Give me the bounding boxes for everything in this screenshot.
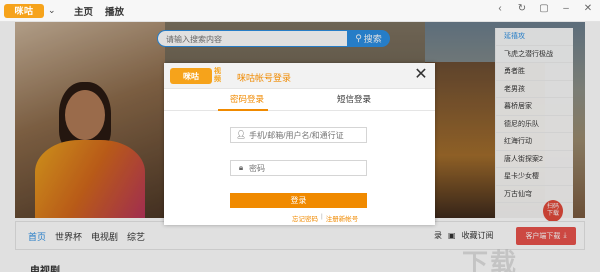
login-tabs: 密码登录 短信登录 xyxy=(164,89,435,111)
modal-logo: 咪咕 xyxy=(170,68,212,84)
back-icon[interactable]: ‹ xyxy=(494,3,506,14)
minimize-icon[interactable]: – xyxy=(560,3,572,14)
login-modal: 咪咕 视 频 咪咕帐号登录 ✕ 密码登录 短信登录 👤︎ 🔒︎ 登录 忘记密码 … xyxy=(164,63,435,225)
lock-icon: 🔒︎ xyxy=(238,163,244,172)
restore-icon[interactable]: ▢ xyxy=(538,3,550,14)
modal-logo-sub-1: 视 xyxy=(214,68,221,75)
user-icon: 👤︎ xyxy=(236,130,247,139)
close-icon[interactable]: ✕ xyxy=(582,3,594,14)
password-input[interactable] xyxy=(249,163,364,174)
modal-links: 忘记密码 | 注册新帐号 xyxy=(292,213,358,223)
tab-password-login[interactable]: 密码登录 xyxy=(230,93,264,105)
migu-logo: 咪咕 xyxy=(4,3,44,18)
modal-logo-sub: 视 频 xyxy=(214,68,221,84)
app-logo[interactable]: 咪咕 ⌄ xyxy=(4,3,56,18)
modal-title: 咪咕帐号登录 xyxy=(237,73,292,83)
tab-sms-login[interactable]: 短信登录 xyxy=(337,93,371,105)
window-controls: ‹ ↻ ▢ – ✕ xyxy=(494,3,594,14)
link-separator: | xyxy=(321,213,323,220)
password-field: 🔒︎ xyxy=(230,160,367,176)
forgot-password-link[interactable]: 忘记密码 xyxy=(292,213,318,223)
tab-underline xyxy=(218,109,268,111)
nav-play[interactable]: 播放 xyxy=(105,4,124,18)
refresh-icon[interactable]: ↻ xyxy=(516,3,528,14)
modal-logo-sub-2: 频 xyxy=(214,76,221,83)
nav-home[interactable]: 主页 xyxy=(74,4,93,18)
username-field: 👤︎ xyxy=(230,127,367,143)
login-button[interactable]: 登录 xyxy=(230,193,367,208)
close-icon[interactable]: ✕ xyxy=(412,66,430,84)
chevron-down-icon[interactable]: ⌄ xyxy=(48,5,56,16)
modal-header: 咪咕 视 频 咪咕帐号登录 ✕ xyxy=(164,63,435,89)
register-link[interactable]: 注册新帐号 xyxy=(326,213,359,223)
top-nav: 主页 播放 xyxy=(74,4,124,18)
username-input[interactable] xyxy=(249,130,364,141)
title-bar: 咪咕 ⌄ 主页 播放 ‹ ↻ ▢ – ✕ xyxy=(0,0,600,22)
